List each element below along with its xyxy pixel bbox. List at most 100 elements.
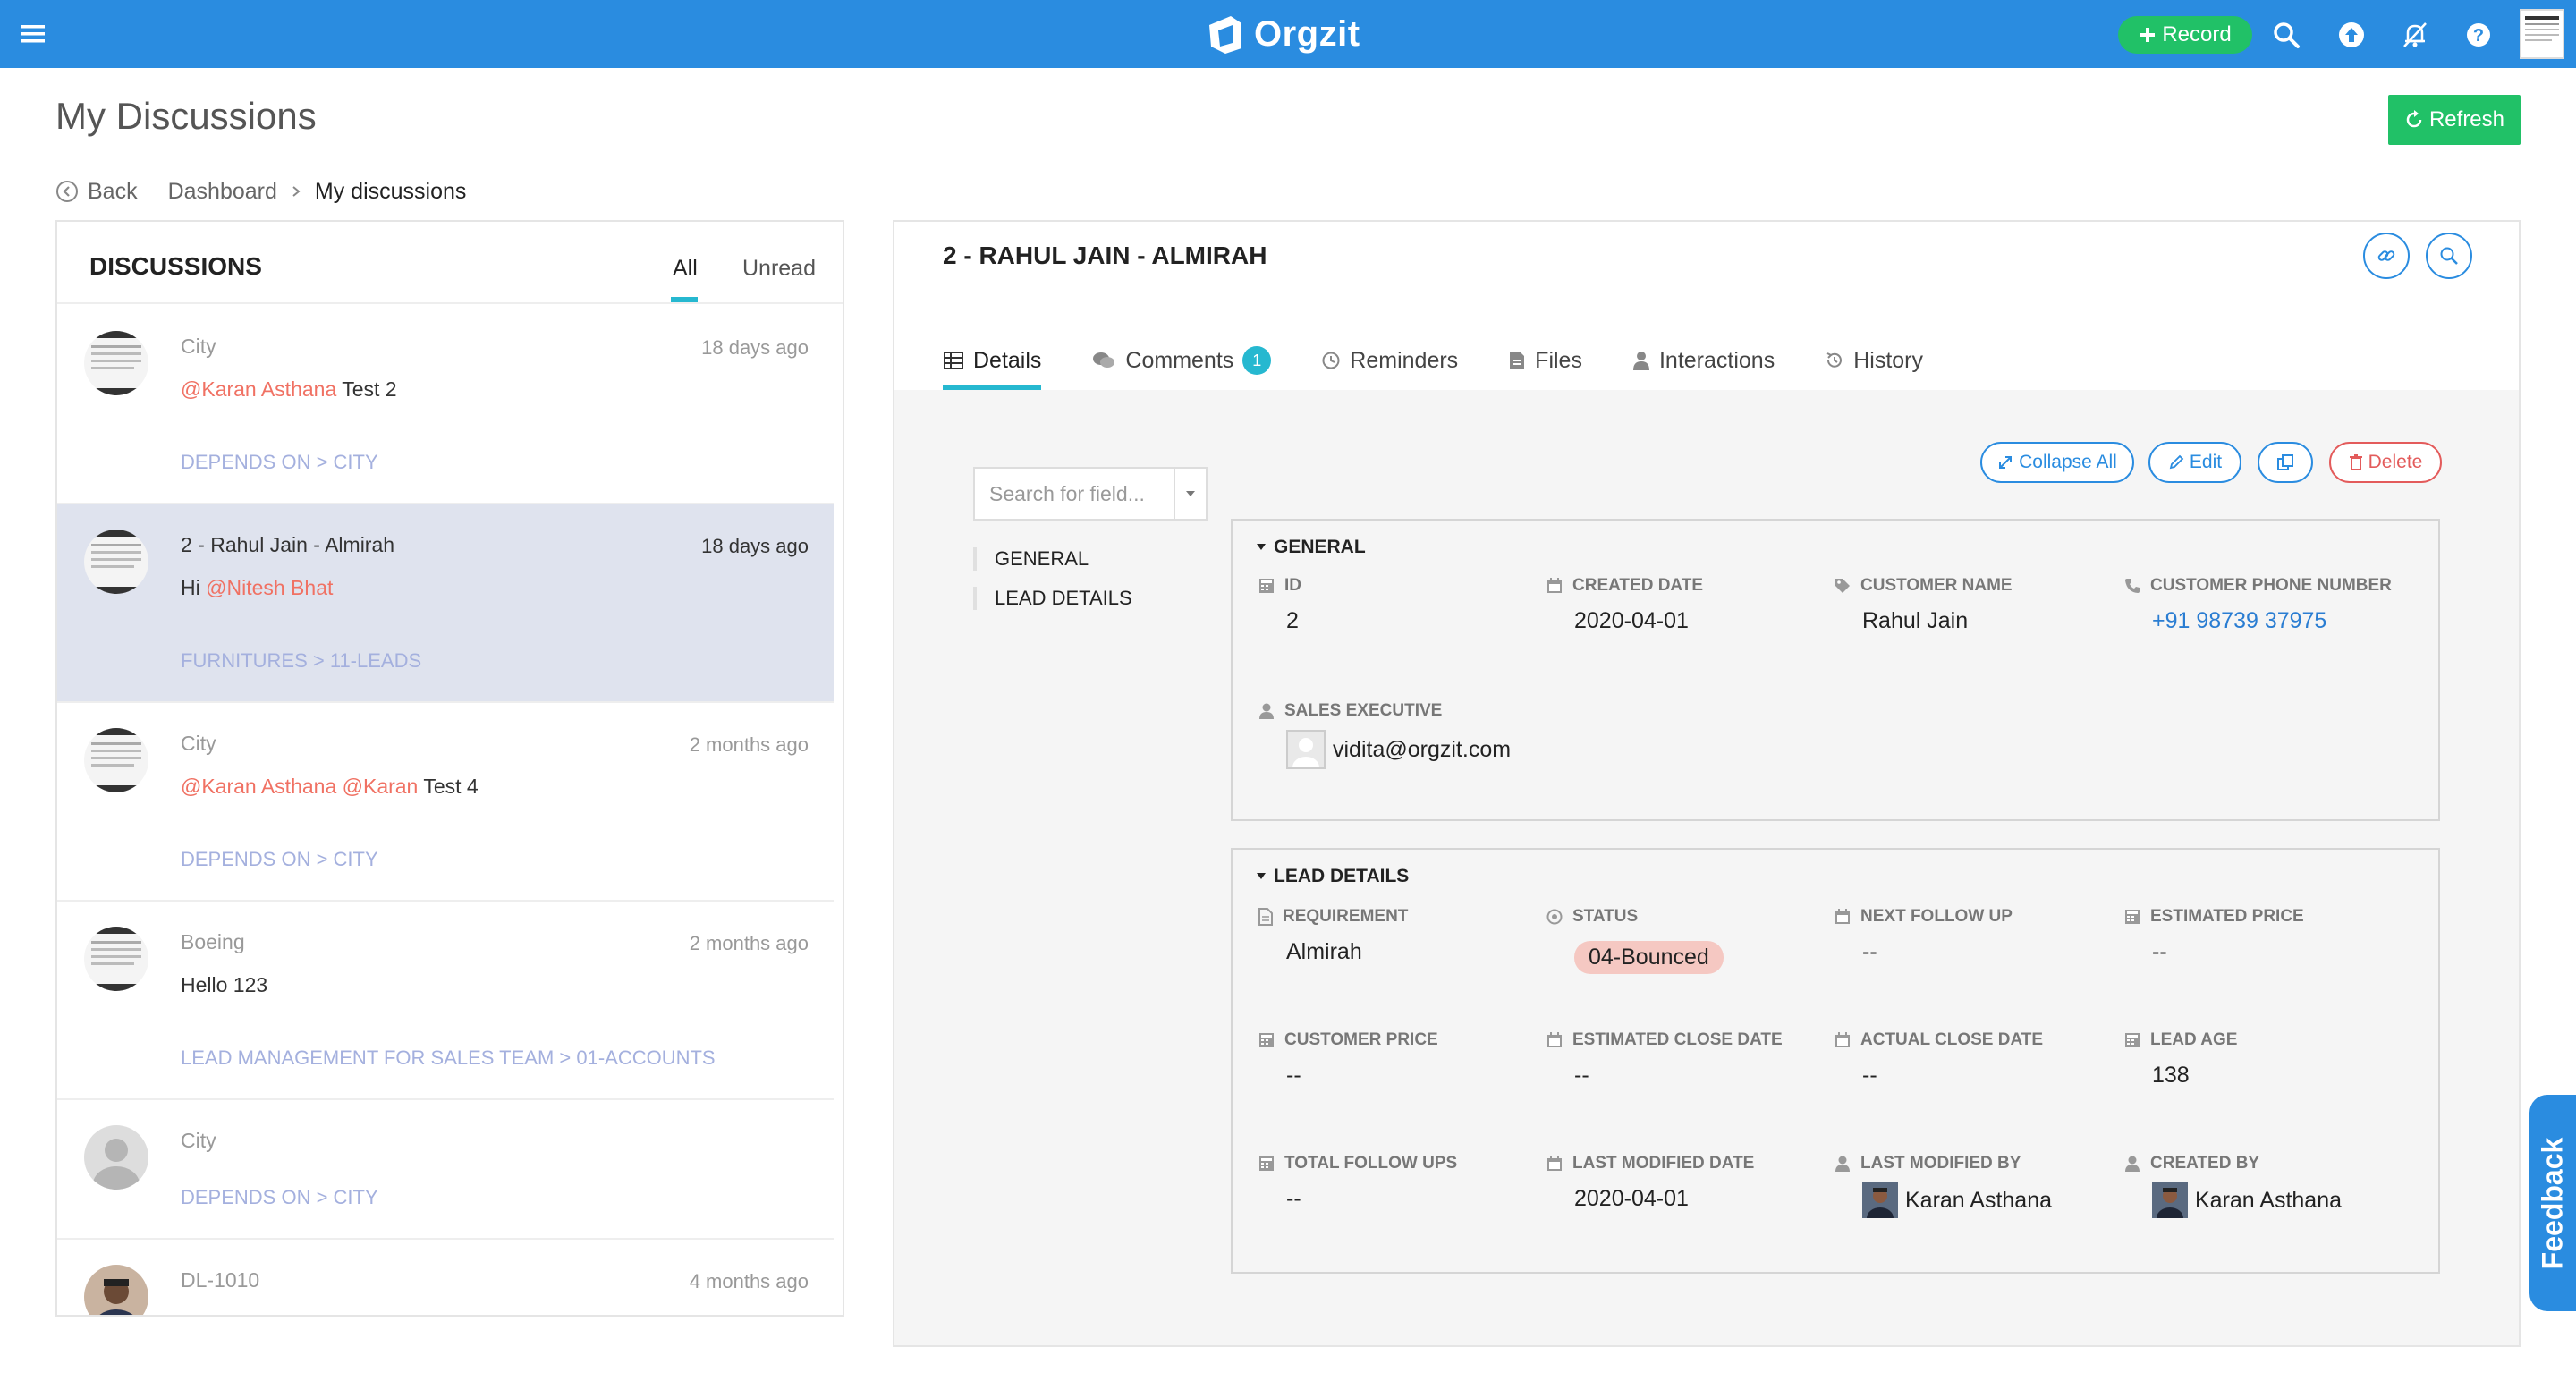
discussion-path[interactable]: DEPENDS ON > CITY [181, 848, 378, 871]
notifications-off-icon[interactable] [2400, 20, 2430, 50]
breadcrumb-dashboard[interactable]: Dashboard [168, 179, 277, 205]
refresh-icon [2406, 110, 2422, 128]
record-title: 2 - RAHUL JAIN - ALMIRAH [943, 241, 1267, 269]
calculator-icon [1259, 1033, 1274, 1047]
tab-history[interactable]: History [1825, 338, 1923, 383]
discussion-message: Hi @Nitesh Bhat [181, 576, 333, 600]
user-name: Karan Asthana [1905, 1187, 2053, 1213]
avatar [84, 728, 148, 792]
discussion-item[interactable]: DL-1010 4 months ago [57, 1240, 834, 1315]
discussion-message: Hello 123 [181, 973, 268, 996]
field-label: CUSTOMER NAME [1860, 576, 2012, 595]
collapse-all-button[interactable]: Collapse All [1980, 442, 2134, 483]
user-icon [1259, 703, 1274, 719]
nav-general[interactable]: GENERAL [973, 547, 1089, 571]
field-estimated-close-date: ESTIMATED CLOSE DATE -- [1546, 1030, 1814, 1089]
avatar [1862, 1182, 1898, 1218]
field-last-modified-by: LAST MODIFIED BY Karan Asthana [1834, 1154, 2102, 1218]
edit-button[interactable]: Edit [2148, 442, 2241, 483]
back-icon[interactable] [55, 180, 79, 203]
tab-label: Comments [1125, 347, 1234, 373]
discussion-time: 4 months ago [689, 1270, 809, 1292]
tab-details[interactable]: Details [943, 338, 1042, 390]
refresh-button[interactable]: Refresh [2388, 95, 2521, 145]
upload-icon[interactable] [2336, 20, 2367, 50]
comments-icon [1093, 352, 1115, 368]
edit-label: Edit [2189, 452, 2223, 472]
record-search-button[interactable] [2426, 233, 2472, 279]
discussion-path[interactable]: LEAD MANAGEMENT FOR SALES TEAM > 01-ACCO… [181, 1046, 716, 1070]
tab-label: Interactions [1658, 347, 1775, 373]
mention[interactable]: @Nitesh Bhat [206, 576, 333, 599]
message-prefix: Hi [181, 576, 207, 599]
nav-lead-details[interactable]: LEAD DETAILS [973, 587, 1132, 610]
file-icon [1510, 352, 1525, 369]
discussion-time: 18 days ago [701, 535, 809, 557]
app-logo[interactable]: Orgzit [1206, 7, 1360, 61]
field-search-input[interactable]: Search for field... [973, 467, 1208, 521]
help-icon[interactable]: ? [2463, 20, 2494, 50]
link-button[interactable] [2363, 233, 2410, 279]
discussion-path[interactable]: DEPENDS ON > CITY [181, 451, 378, 474]
field-value: Rahul Jain [1862, 608, 1969, 633]
mention[interactable]: @Karan Asthana @Karan [181, 775, 418, 798]
back-link[interactable]: Back [88, 179, 138, 205]
tab-all-underline [671, 297, 698, 302]
tab-unread[interactable]: Unread [742, 256, 816, 282]
add-record-button[interactable]: Record [2118, 16, 2252, 54]
copy-button[interactable] [2258, 442, 2313, 483]
discussion-item[interactable]: Boeing 2 months ago Hello 123 LEAD MANAG… [57, 902, 834, 1100]
mention[interactable]: @Karan Asthana [181, 377, 336, 401]
calculator-icon [2125, 910, 2140, 924]
discussions-title: DISCUSSIONS [89, 252, 262, 280]
general-section-title: GENERAL [1274, 537, 1366, 557]
discussion-path[interactable]: FURNITURES > 11-LEADS [181, 649, 421, 673]
active-tab-underline [943, 385, 1042, 390]
caret-down-icon [1257, 873, 1266, 879]
discussion-path[interactable]: DEPENDS ON > CITY [181, 1186, 378, 1209]
avatar [84, 530, 148, 594]
discussion-item[interactable]: City 2 months ago @Karan Asthana @Karan … [57, 703, 834, 902]
field-customer-phone: CUSTOMER PHONE NUMBER +91 98739 37975 [2123, 576, 2428, 634]
avatar-image-icon [2525, 16, 2559, 41]
field-label: CUSTOMER PHONE NUMBER [2150, 576, 2392, 595]
lead-details-section-header[interactable]: LEAD DETAILS [1256, 866, 1409, 887]
table-icon [944, 352, 963, 369]
discussion-item[interactable]: City DEPENDS ON > CITY [57, 1100, 834, 1240]
delete-button[interactable]: Delete [2329, 442, 2442, 483]
menu-icon[interactable] [20, 20, 48, 48]
tab-interactions[interactable]: Interactions [1632, 338, 1775, 383]
general-section: GENERAL ID 2 CREATED DATE 2020-04-01 CUS… [1231, 519, 2440, 821]
expand-icon [1999, 456, 2012, 469]
discussion-subject: City [181, 732, 216, 755]
user-icon [1632, 352, 1649, 370]
user-avatar[interactable] [2520, 9, 2564, 59]
tab-comments[interactable]: Comments 1 [1091, 338, 1272, 383]
field-search-dropdown[interactable] [1174, 469, 1206, 519]
field-label: LAST MODIFIED DATE [1572, 1154, 1755, 1173]
search-icon[interactable] [2271, 20, 2301, 50]
tab-reminders[interactable]: Reminders [1321, 338, 1458, 383]
feedback-label: Feedback [2536, 1137, 2569, 1269]
avatar [84, 927, 148, 991]
avatar [84, 331, 148, 395]
discussion-message: @Karan Asthana @Karan Test 4 [181, 775, 479, 799]
discussion-message: @Karan Asthana Test 2 [181, 377, 397, 402]
refresh-label: Refresh [2428, 107, 2505, 131]
tab-files[interactable]: Files [1508, 338, 1582, 383]
field-label: CUSTOMER PRICE [1284, 1030, 1438, 1049]
tab-all[interactable]: All [673, 256, 698, 282]
field-value: -- [1862, 1063, 1877, 1088]
phone-link[interactable]: +91 98739 37975 [2152, 608, 2428, 634]
field-value: -- [1862, 939, 1877, 964]
user-name: Karan Asthana [2195, 1187, 2343, 1213]
feedback-tab[interactable]: Feedback [2529, 1095, 2576, 1311]
general-section-header[interactable]: GENERAL [1256, 537, 1366, 558]
discussions-header: DISCUSSIONS All Unread [57, 222, 843, 304]
status-circle-icon [1546, 909, 1563, 925]
field-label: NEXT FOLLOW UP [1860, 907, 2012, 926]
discussion-item-selected[interactable]: 2 - Rahul Jain - Almirah 18 days ago Hi … [57, 504, 834, 703]
discussion-item[interactable]: City 18 days ago @Karan Asthana Test 2 D… [57, 306, 834, 504]
discussion-time: 2 months ago [689, 932, 809, 954]
field-value: -- [1286, 1186, 1301, 1211]
